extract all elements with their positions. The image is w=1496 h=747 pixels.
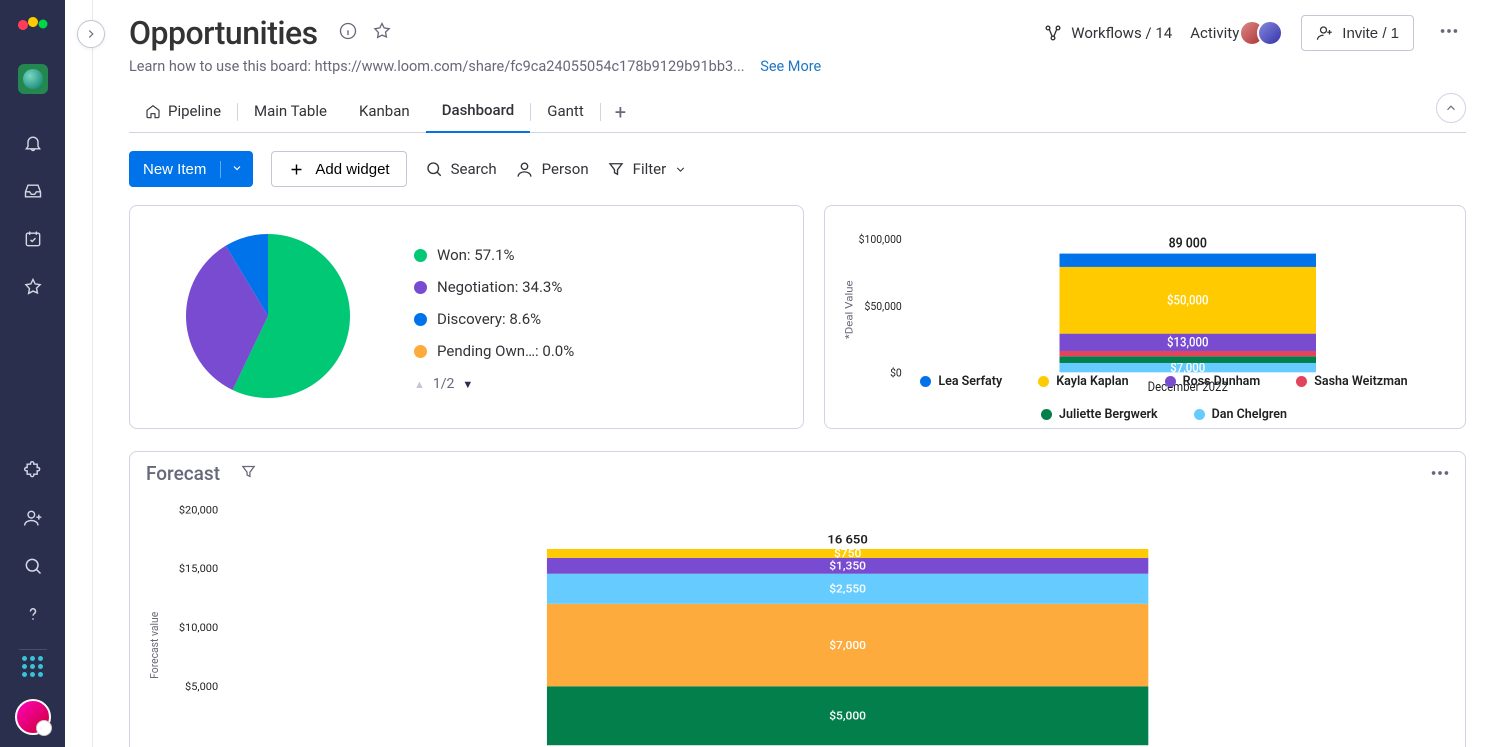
board-desc-link[interactable]: https://www.loom.com/share/fc9ca24055054… [315, 58, 745, 75]
svg-text:Forecast value: Forecast value [148, 611, 161, 678]
tab-gantt[interactable]: Gantt [531, 92, 599, 132]
person-filter-button[interactable]: Person [515, 160, 589, 179]
chevron-down-icon[interactable] [220, 161, 243, 178]
new-item-button[interactable]: New Item [129, 151, 253, 187]
tab-kanban[interactable]: Kanban [343, 92, 426, 132]
board-options-button[interactable] [1432, 14, 1466, 52]
invite-members-icon[interactable] [14, 499, 52, 537]
svg-text:$2,550: $2,550 [829, 582, 866, 596]
legend-item[interactable]: Juliette Bergwerk [1041, 407, 1158, 422]
svg-text:$15,000: $15,000 [179, 563, 218, 576]
svg-text:16 650: 16 650 [827, 533, 867, 548]
new-item-label: New Item [143, 161, 206, 178]
legend-pager[interactable]: ▲1/2▼ [414, 376, 574, 392]
filter-label: Filter [633, 160, 667, 178]
svg-text:*Deal Value: *Deal Value [843, 280, 855, 339]
legend-item[interactable]: Sasha Weitzman [1296, 374, 1407, 389]
forecast-widget: Forecast Forecast value $5,000 $10,000 $15,… [129, 451, 1466, 747]
my-profile-avatar[interactable] [15, 699, 51, 735]
svg-text:$10,000: $10,000 [179, 621, 218, 634]
legend-item[interactable]: Discovery: 8.6% [414, 310, 574, 328]
add-widget-button[interactable]: Add widget [271, 151, 406, 187]
chevron-down-icon [674, 163, 687, 176]
invite-button[interactable]: Invite / 1 [1301, 15, 1414, 51]
svg-text:$100,000: $100,000 [859, 233, 902, 247]
workflows-button[interactable]: Workflows / 14 [1043, 23, 1172, 43]
add-widget-label: Add widget [315, 161, 389, 178]
board-nav-collapsed [65, 0, 93, 747]
pie-chart-widget: Won: 57.1% Negotiation: 34.3% Discovery: 8… [129, 205, 804, 429]
favorites-icon[interactable] [14, 268, 52, 306]
inbox-icon[interactable] [14, 172, 52, 210]
forecast-title: Forecast [146, 462, 220, 485]
workflows-label: Workflows / 14 [1071, 24, 1172, 42]
search-button[interactable]: Search [425, 160, 497, 178]
svg-text:$13,000: $13,000 [1167, 335, 1209, 350]
apps-puzzle-icon[interactable] [14, 451, 52, 489]
help-icon[interactable] [14, 595, 52, 633]
invite-label: Invite / 1 [1342, 25, 1399, 42]
notifications-icon[interactable] [14, 124, 52, 162]
person-label: Person [542, 160, 589, 178]
deal-value-legend: Lea Serfaty Kayla Kaplan Ross Dunham Sasha … [873, 374, 1455, 422]
svg-text:$7,000: $7,000 [829, 638, 866, 652]
global-left-rail [0, 0, 65, 747]
activity-avatars [1247, 20, 1283, 46]
app-launcher-icon[interactable] [22, 656, 43, 677]
activity-label: Activity [1190, 24, 1239, 42]
activity-button[interactable]: Activity [1190, 20, 1283, 46]
board-title[interactable]: Opportunities [129, 14, 318, 52]
svg-text:$50,000: $50,000 [1167, 293, 1209, 308]
forecast-chart: Forecast value $5,000 $10,000 $15,000 $20,00… [146, 485, 1449, 747]
legend-item[interactable]: Won: 57.1% [414, 246, 574, 264]
dashboard-toolbar: New Item Add widget Search Person Filter [129, 151, 1466, 187]
tab-dashboard[interactable]: Dashboard [426, 91, 531, 133]
filter-button[interactable]: Filter [607, 160, 688, 178]
see-more-link[interactable]: See More [760, 58, 821, 75]
svg-text:$20,000: $20,000 [179, 504, 218, 517]
deal-value-widget: *Deal Value$0$50,000$100,000$7,000$13,00… [824, 205, 1466, 429]
board-main: Opportunities Workflows / 14 Activity [93, 0, 1496, 747]
legend-item[interactable]: Negotiation: 34.3% [414, 278, 574, 296]
workspace-badge[interactable] [18, 64, 48, 94]
home-icon [145, 103, 161, 119]
tab-main-table[interactable]: Main Table [238, 92, 343, 132]
my-work-icon[interactable] [14, 220, 52, 258]
svg-text:$1,350: $1,350 [829, 559, 866, 573]
tab-pipeline[interactable]: Pipeline [129, 92, 237, 132]
svg-text:89 000: 89 000 [1169, 236, 1207, 252]
collapse-header-button[interactable] [1436, 93, 1466, 123]
add-view-button[interactable]: + [601, 100, 640, 124]
filter-icon[interactable] [240, 463, 257, 484]
pie-legend: Won: 57.1% Negotiation: 34.3% Discovery: 8… [414, 216, 574, 414]
legend-item[interactable]: Pending Own…: 0.0% [414, 342, 574, 360]
svg-text:$50,000: $50,000 [865, 299, 902, 313]
svg-text:$5,000: $5,000 [829, 709, 866, 723]
legend-item[interactable]: Ross Dunham [1165, 374, 1261, 389]
search-label: Search [451, 160, 497, 178]
pie-chart [168, 216, 368, 416]
monday-logo-icon[interactable] [17, 10, 49, 36]
search-everything-icon[interactable] [14, 547, 52, 585]
board-description: Learn how to use this board: https://www… [129, 58, 1466, 75]
view-tabs: PipelineMain TableKanbanDashboardGantt+ [129, 91, 1466, 133]
favorite-star-icon[interactable] [372, 21, 392, 45]
widget-options-button[interactable] [1429, 462, 1451, 488]
board-desc-prefix: Learn how to use this board: [129, 58, 315, 75]
svg-text:$750: $750 [834, 547, 862, 561]
legend-item[interactable]: Dan Chelgren [1194, 407, 1287, 422]
svg-text:$5,000: $5,000 [185, 680, 218, 693]
legend-item[interactable]: Lea Serfaty [920, 374, 1002, 389]
legend-item[interactable]: Kayla Kaplan [1038, 374, 1128, 389]
board-info-icon[interactable] [338, 21, 358, 45]
